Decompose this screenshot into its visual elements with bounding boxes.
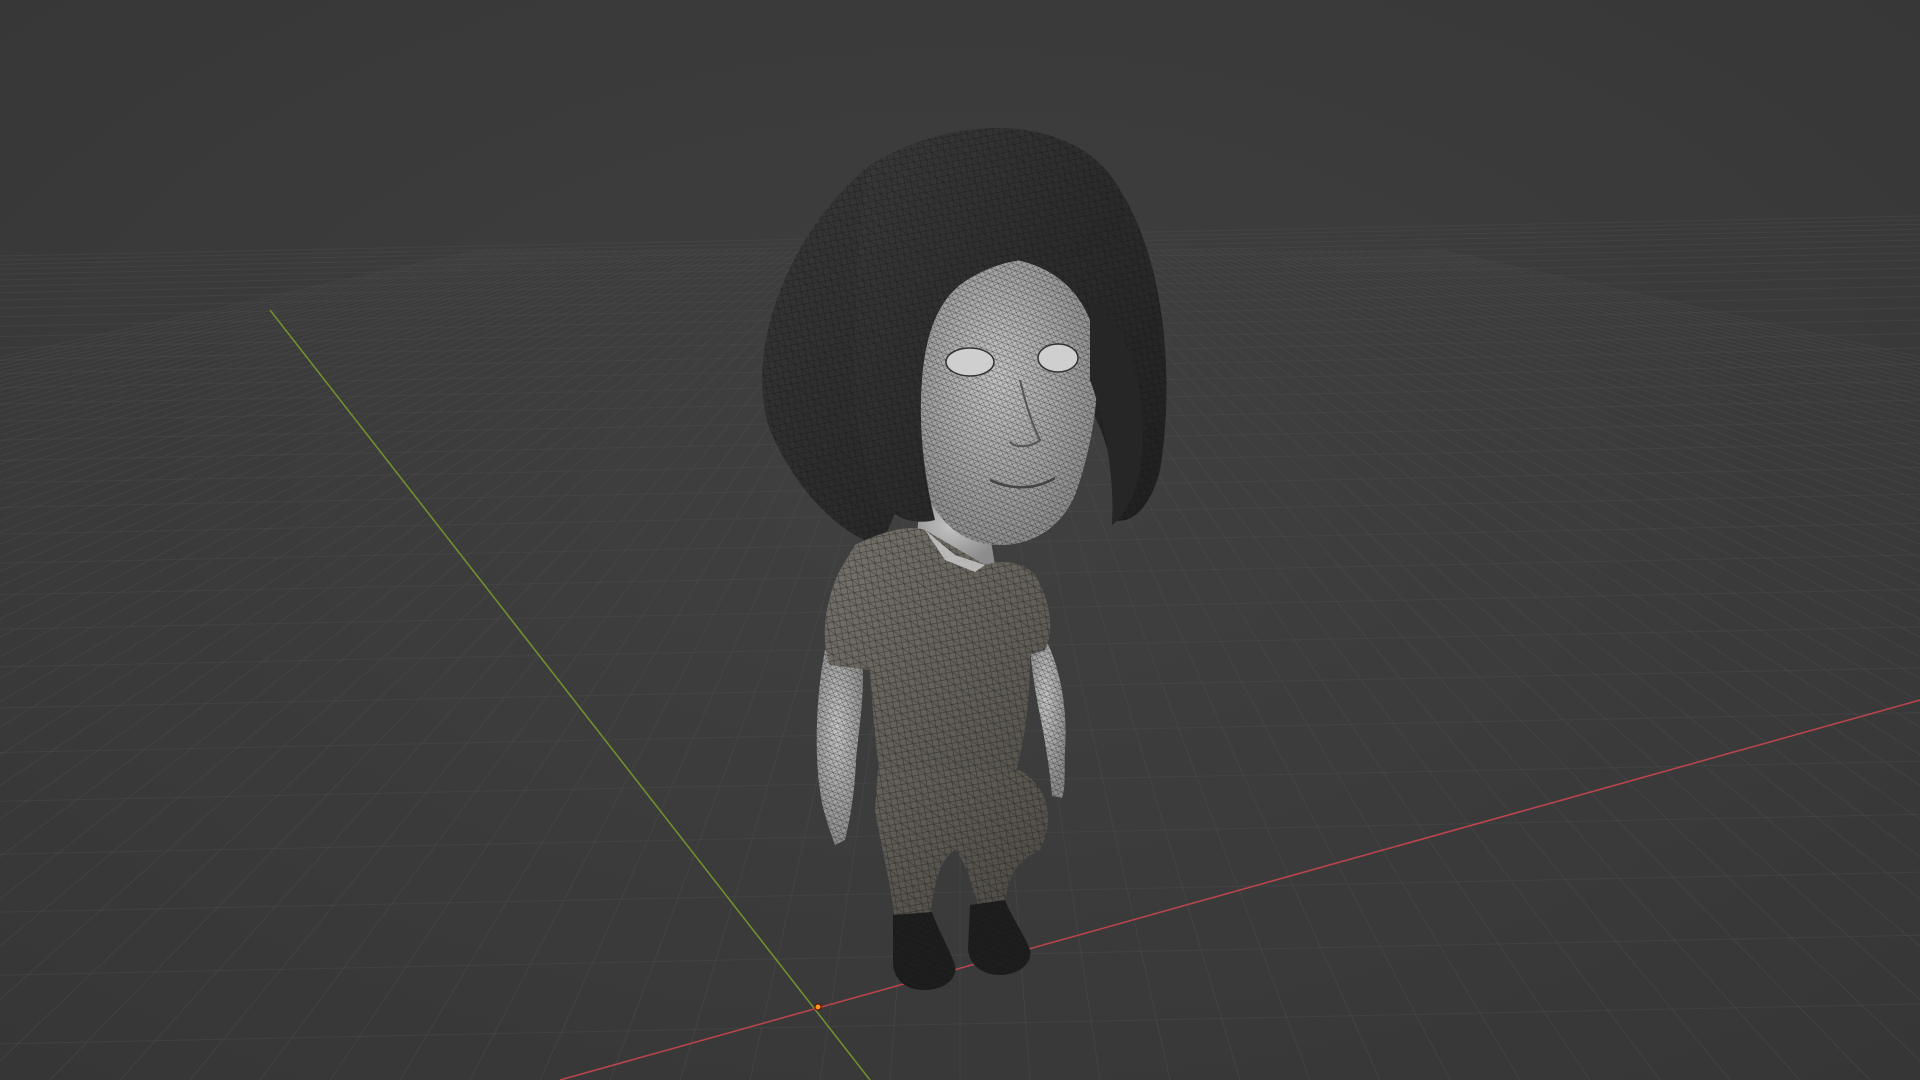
3d-viewport[interactable] [0,0,1920,1080]
viewport-canvas[interactable] [0,0,1920,1080]
left-eye [945,347,995,377]
origin-marker [814,1003,822,1011]
right-eye [1037,343,1079,373]
